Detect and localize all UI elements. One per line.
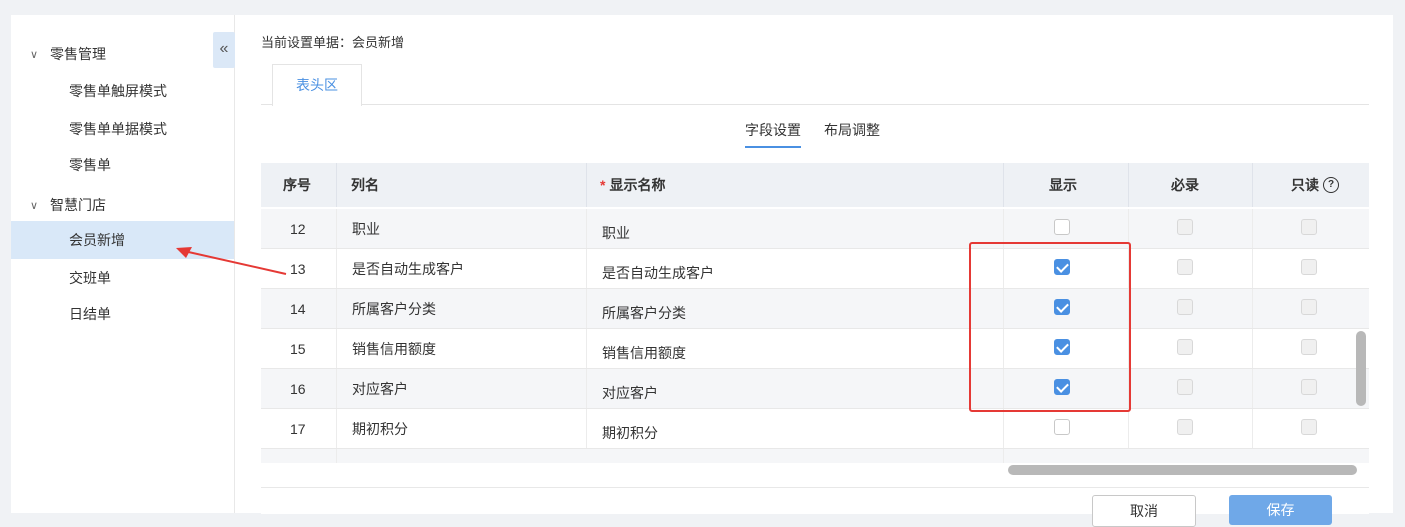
- row-display-name[interactable]: 销售信用额度: [602, 333, 686, 372]
- table-row[interactable]: 14 所属客户分类 所属客户分类: [261, 289, 1369, 329]
- readonly-checkbox: [1301, 378, 1317, 395]
- row-name: 期初积分: [352, 420, 408, 437]
- row-no: 17: [290, 420, 306, 437]
- row-display-name[interactable]: 是否自动生成客户: [602, 253, 714, 292]
- must-checkbox: [1177, 258, 1193, 275]
- row-name: 销售信用额度: [352, 340, 436, 357]
- row-no: 12: [290, 220, 306, 237]
- readonly-checkbox: [1301, 258, 1317, 275]
- table-row-partial: [261, 449, 1369, 463]
- col-header-name: 列名: [351, 177, 379, 193]
- table-row[interactable]: 12 职业 职业: [261, 209, 1369, 249]
- tab-header-area[interactable]: 表头区: [272, 64, 362, 106]
- horizontal-scrollbar[interactable]: [1008, 465, 1357, 475]
- row-display-name[interactable]: 职业: [602, 213, 630, 252]
- question-circle-icon[interactable]: ?: [1323, 177, 1339, 193]
- row-name: 是否自动生成客户: [352, 260, 464, 277]
- show-checkbox[interactable]: [1054, 418, 1070, 435]
- must-checkbox: [1177, 218, 1193, 235]
- col-header-must: 必录: [1171, 177, 1199, 193]
- readonly-checkbox: [1301, 218, 1317, 235]
- must-checkbox: [1177, 298, 1193, 315]
- sidebar-item-daily[interactable]: 日结单: [11, 295, 234, 333]
- row-display-name[interactable]: 对应客户: [602, 373, 658, 412]
- sidebar-group-smart-store[interactable]: ∨ 智慧门店: [30, 195, 106, 215]
- table-row[interactable]: 16 对应客户 对应客户: [261, 369, 1369, 409]
- sidebar-item-retail-doc[interactable]: 零售单单据模式: [11, 110, 234, 148]
- row-name: 所属客户分类: [352, 300, 436, 317]
- vertical-scrollbar[interactable]: [1356, 331, 1366, 406]
- must-checkbox: [1177, 338, 1193, 355]
- row-name: 职业: [352, 220, 380, 237]
- current-doc-label: 当前设置单据：会员新增: [261, 35, 405, 50]
- row-display-name[interactable]: 期初积分: [602, 413, 658, 452]
- table-row[interactable]: 13 是否自动生成客户 是否自动生成客户: [261, 249, 1369, 289]
- sidebar-group-label: 智慧门店: [50, 197, 106, 213]
- col-header-readonly: 只读 ?: [1291, 163, 1339, 207]
- table-row[interactable]: 17 期初积分 期初积分: [261, 409, 1369, 449]
- subtab-layout[interactable]: 布局调整: [824, 120, 880, 140]
- col-header-no: 序号: [283, 177, 311, 193]
- col-header-display-name: * 显示名称: [600, 177, 666, 193]
- show-checkbox[interactable]: [1054, 218, 1070, 235]
- sidebar-group-retail[interactable]: ∨ 零售管理: [30, 44, 106, 64]
- must-checkbox: [1177, 378, 1193, 395]
- sidebar-group-label: 零售管理: [50, 46, 106, 62]
- row-display-name[interactable]: 所属客户分类: [602, 293, 686, 332]
- highlight-box: [969, 242, 1131, 412]
- row-no: 13: [290, 260, 306, 277]
- save-button[interactable]: 保存: [1229, 495, 1332, 525]
- sidebar-item-retail-touch[interactable]: 零售单触屏模式: [11, 72, 234, 110]
- readonly-checkbox: [1301, 298, 1317, 315]
- chevron-down-icon: ∨: [30, 199, 39, 212]
- table-row[interactable]: 15 销售信用额度 销售信用额度: [261, 329, 1369, 369]
- chevron-down-icon: ∨: [30, 48, 39, 61]
- col-header-show: 显示: [1049, 177, 1077, 193]
- readonly-checkbox: [1301, 338, 1317, 355]
- footer-bar: [261, 487, 1369, 514]
- readonly-checkbox: [1301, 418, 1317, 435]
- sidebar-item-retail[interactable]: 零售单: [11, 146, 234, 184]
- field-table: 序号 列名 * 显示名称 显示 必录 只读 ? 12 职业 职业 13 是否自动生成客户…: [261, 163, 1369, 463]
- tab-bar-line: [261, 104, 1369, 105]
- cancel-button[interactable]: 取消: [1092, 495, 1196, 527]
- must-checkbox: [1177, 418, 1193, 435]
- subtab-field-settings[interactable]: 字段设置: [745, 120, 801, 148]
- row-no: 15: [290, 340, 306, 357]
- row-no: 16: [290, 380, 306, 397]
- collapse-sidebar-button[interactable]: «: [213, 32, 235, 68]
- table-header: 序号 列名 * 显示名称 显示 必录 只读 ?: [261, 163, 1369, 207]
- row-no: 14: [290, 300, 306, 317]
- required-mark: *: [600, 177, 606, 193]
- row-name: 对应客户: [352, 380, 408, 397]
